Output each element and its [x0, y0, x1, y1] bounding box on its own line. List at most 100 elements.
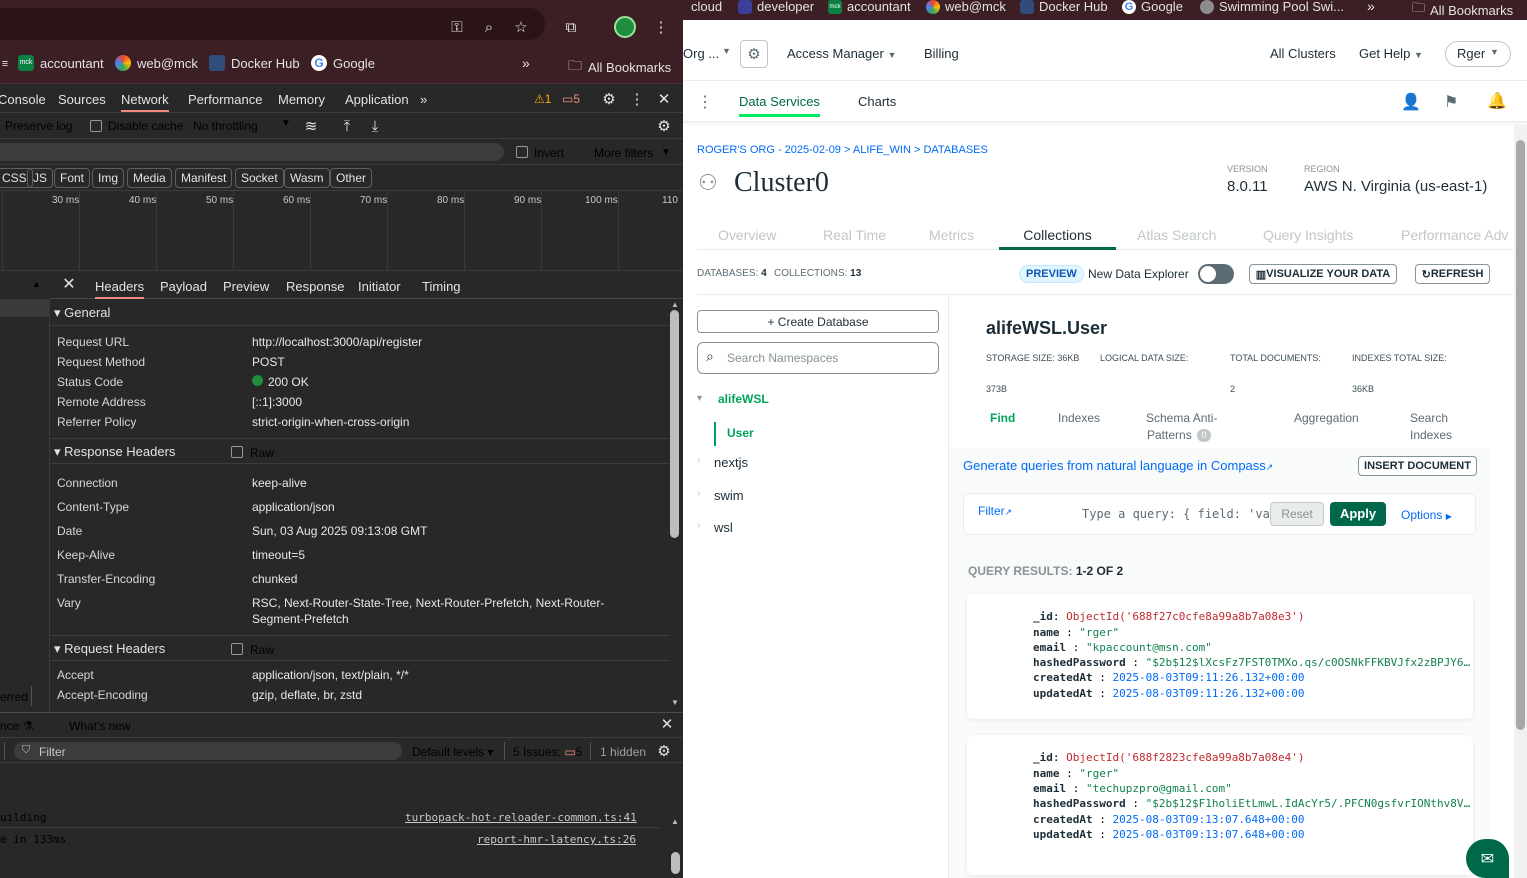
zoom-icon[interactable]: ⌕ — [478, 16, 500, 38]
org-select[interactable]: Org ... — [683, 46, 719, 61]
raw-checkbox[interactable] — [231, 643, 243, 655]
general-section-header[interactable] — [50, 300, 670, 326]
tab-preview[interactable]: Preview — [223, 279, 269, 294]
timeline-overview[interactable] — [0, 191, 683, 271]
tab-headers[interactable]: Headers — [95, 279, 145, 299]
tab-payload[interactable]: Payload — [160, 279, 207, 294]
tab-performance[interactable]: Performance — [188, 92, 262, 107]
response-headers-title[interactable]: ▾ Response Headers — [54, 444, 175, 460]
tab-data-services[interactable]: Data Services — [739, 94, 820, 117]
get-help-menu[interactable]: Get Help ▼ — [1359, 46, 1423, 61]
key-icon[interactable]: ⚿ — [446, 16, 468, 38]
billing-link[interactable]: Billing — [924, 46, 959, 61]
bookmark-accountant[interactable]: mck accountant — [18, 55, 104, 71]
new-explorer-toggle[interactable] — [1198, 264, 1234, 284]
warning-badge[interactable]: ⚠1 — [534, 92, 551, 106]
tab-metrics[interactable]: Metrics — [929, 227, 974, 243]
bookmark-swimming-pool[interactable]: Swimming Pool Swi... — [1200, 0, 1344, 14]
tab-initiator[interactable]: Initiator — [358, 279, 401, 294]
breadcrumb[interactable]: ROGER'S ORG - 2025-02-09 > ALIFE_WIN > D… — [697, 144, 988, 156]
bookmark-docker-hub[interactable]: Docker Hub — [209, 55, 300, 71]
chip-media[interactable]: Media — [127, 168, 172, 188]
default-levels-select[interactable]: Default levels ▾ — [412, 745, 493, 759]
page-scrollbar-thumb[interactable] — [1516, 140, 1525, 730]
tab-search-indexes[interactable]: Search — [1410, 411, 1448, 425]
collection-user[interactable]: User — [727, 426, 754, 440]
bookmark-web-mck[interactable]: web@mck — [115, 55, 198, 71]
tab-overview[interactable]: Overview — [718, 227, 776, 243]
close-detail-icon[interactable]: ✕ — [58, 273, 80, 295]
apply-button[interactable]: Apply — [1330, 502, 1386, 526]
more-tabs-icon[interactable]: » — [420, 92, 427, 107]
profile-avatar[interactable] — [614, 16, 636, 38]
collapse-chevron-icon[interactable]: › — [697, 520, 700, 531]
query-input[interactable]: Type a query: { field: 'va — [1082, 507, 1270, 521]
kebab-icon[interactable]: ⋮ — [626, 88, 648, 110]
tab-search-indexes-line2[interactable]: Indexes — [1410, 428, 1452, 442]
kebab-menu-icon[interactable]: ⋮ — [697, 92, 713, 112]
db-nextjs[interactable]: nextjs — [714, 455, 748, 470]
more-bookmarks-icon[interactable]: » — [522, 55, 530, 71]
tab-schema-anti-patterns[interactable]: Schema Anti- — [1146, 411, 1217, 425]
issues-counter[interactable]: 5 Issues: ▭5 — [513, 745, 582, 759]
expand-chevron-icon[interactable]: ▾ — [697, 393, 702, 404]
tab-application[interactable]: Application — [345, 92, 409, 107]
bookmark-cloud[interactable]: cloud — [691, 0, 722, 14]
chat-support-icon[interactable]: ✉ — [1466, 839, 1509, 878]
network-filter-input[interactable] — [0, 143, 504, 161]
tab-sources[interactable]: Sources — [58, 92, 106, 107]
drawer-tab-partial[interactable]: nce ⚗ — [0, 719, 33, 733]
db-wsl[interactable]: wsl — [714, 520, 733, 535]
bookmark-docker-hub[interactable]: Docker Hub — [1020, 0, 1108, 14]
db-swim[interactable]: swim — [714, 488, 744, 503]
tab-performance-advisor[interactable]: Performance Adv — [1401, 227, 1508, 243]
tab-schema-anti-patterns-line2[interactable]: Patterns — [1147, 428, 1192, 442]
chip-socket[interactable]: Socket — [235, 168, 284, 188]
tab-response[interactable]: Response — [286, 279, 345, 294]
tab-memory[interactable]: Memory — [278, 92, 325, 107]
drawer-tab-whats-new[interactable]: What's new — [69, 719, 131, 733]
refresh-button[interactable]: ↻ REFRESH — [1415, 264, 1490, 284]
chip-other[interactable]: Other — [330, 168, 373, 188]
close-drawer-icon[interactable]: ✕ — [656, 713, 678, 735]
bookmark-google[interactable]: G Google — [311, 55, 375, 71]
network-settings-icon[interactable]: ⚙ — [653, 115, 675, 137]
bookmark-web-mck[interactable]: web@mck — [926, 0, 1006, 14]
chip-wasm[interactable]: Wasm — [284, 168, 330, 188]
more-filters-button[interactable]: More filters — [594, 146, 653, 160]
collapse-chevron-icon[interactable]: › — [697, 488, 700, 499]
org-settings-gear-icon[interactable]: ⚙ — [740, 40, 768, 68]
collapse-chevron-icon[interactable]: › — [697, 455, 700, 466]
insert-document-button[interactable]: INSERT DOCUMENT — [1358, 456, 1477, 476]
tab-timing[interactable]: Timing — [422, 279, 461, 294]
reset-button[interactable]: Reset — [1270, 502, 1324, 526]
upload-icon[interactable]: ⤒ — [336, 115, 358, 137]
extensions-icon[interactable]: ⧉ — [560, 16, 582, 38]
create-database-button[interactable]: + Create Database — [697, 310, 939, 333]
download-icon[interactable]: ⤓ — [364, 115, 386, 137]
tab-network[interactable]: Network — [121, 92, 169, 112]
chip-manifest[interactable]: Manifest — [175, 168, 233, 188]
selected-request-row[interactable] — [0, 299, 50, 317]
tab-aggregation[interactable]: Aggregation — [1294, 411, 1359, 425]
menu-kebab-icon[interactable]: ⋮ — [650, 16, 672, 38]
all-bookmarks[interactable]: 🗀 All Bookmarks — [1412, 0, 1513, 21]
notifications-bell-icon[interactable]: 🔔 — [1487, 91, 1507, 111]
options-toggle[interactable]: Options ▶ — [1401, 508, 1452, 522]
scroll-up-icon[interactable]: ▲ — [671, 300, 679, 309]
activity-feed-icon[interactable]: ⚑ — [1444, 92, 1458, 112]
db-alifewsl[interactable]: alifeWSL — [718, 392, 769, 406]
request-headers-title[interactable]: ▾ Request Headers — [54, 641, 165, 657]
tab-collections[interactable]: Collections — [999, 227, 1116, 250]
chip-js[interactable]: JS — [27, 168, 54, 188]
tab-indexes[interactable]: Indexes — [1058, 411, 1100, 425]
invite-user-icon[interactable]: 👤 — [1401, 92, 1421, 112]
headers-scrollbar[interactable] — [670, 310, 679, 538]
tab-charts[interactable]: Charts — [858, 94, 896, 109]
all-bookmarks[interactable]: 🗀 All Bookmarks — [568, 55, 671, 79]
invert-checkbox[interactable] — [516, 146, 528, 158]
issues-badge[interactable]: ▭5 — [562, 92, 580, 106]
bookmark-developer[interactable]: developer — [738, 0, 814, 14]
console-filter-input[interactable] — [14, 742, 402, 760]
general-title[interactable]: ▾ General — [54, 305, 110, 321]
